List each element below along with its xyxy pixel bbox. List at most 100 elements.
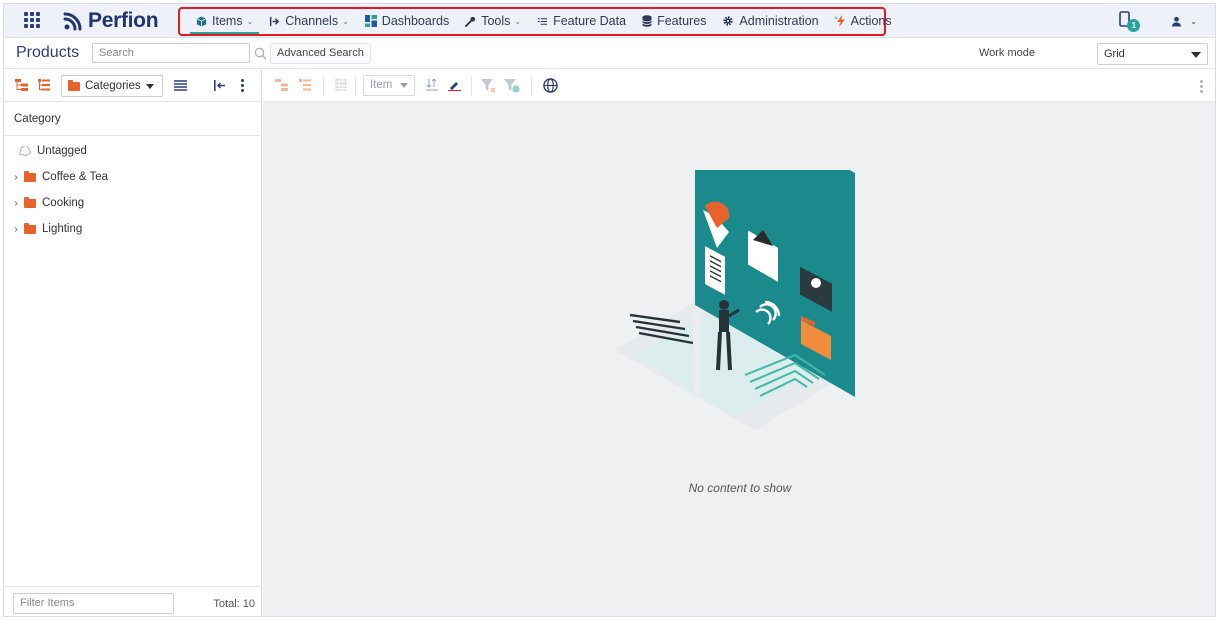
edit-icon[interactable]	[448, 79, 461, 91]
folder-icon	[24, 222, 36, 234]
item-select-value: Item	[370, 79, 393, 91]
database-icon	[642, 15, 652, 27]
notification-badge: 1	[1127, 19, 1141, 32]
top-navbar: Perfion Items ⌄ Channels ⌄ Dashboards To…	[4, 4, 1215, 38]
search-icon[interactable]	[254, 47, 267, 60]
nav-tools[interactable]: Tools ⌄	[457, 4, 529, 38]
nav-features-label: Features	[657, 14, 707, 28]
expand-tree-icon[interactable]	[299, 79, 311, 91]
sort-icon[interactable]	[426, 79, 438, 91]
nav-items[interactable]: Items ⌄	[188, 4, 261, 38]
collapse-panel-icon[interactable]	[214, 80, 226, 91]
more-options-icon[interactable]	[241, 79, 244, 92]
perfion-logo[interactable]: Perfion	[62, 8, 159, 34]
tree-item-label: Cooking	[42, 197, 85, 209]
category-footer: Filter Items Total: 10	[4, 586, 262, 616]
grid-columns-icon[interactable]	[335, 79, 347, 91]
nav-actions[interactable]: Actions	[827, 4, 900, 38]
list-lines-icon	[537, 16, 548, 27]
work-mode-select[interactable]: Grid	[1097, 43, 1208, 65]
top-right-controls: 1 ⌄	[1119, 4, 1197, 38]
folder-icon	[24, 170, 36, 182]
tree-view-icon[interactable]	[15, 79, 28, 91]
toolbar-divider	[355, 76, 356, 96]
tree-item-coffee-tea[interactable]: › Coffee & Tea	[4, 164, 262, 190]
more-options-icon[interactable]	[1200, 80, 1203, 95]
channel-arrow-icon	[269, 16, 280, 27]
tree-item-cooking[interactable]: › Cooking	[4, 190, 262, 216]
nav-items-label: Items	[212, 14, 243, 28]
tree-view-icon[interactable]	[275, 79, 288, 91]
nav-administration-label: Administration	[739, 14, 819, 28]
chevron-right-icon[interactable]: ›	[10, 172, 22, 183]
folder-icon	[24, 196, 36, 208]
tree-item-label: Untagged	[37, 145, 87, 157]
dropdown-arrow-icon	[1191, 52, 1201, 58]
folder-icon	[68, 79, 80, 91]
nav-features[interactable]: Features	[634, 4, 714, 38]
perfion-logo-icon	[63, 12, 82, 31]
category-panel: Categories Category Untagged › Coffee & …	[4, 70, 262, 616]
toolbar-divider	[323, 76, 324, 96]
user-menu-button[interactable]: ⌄	[1171, 16, 1197, 27]
wrench-icon	[465, 16, 476, 27]
user-icon	[1172, 16, 1182, 27]
nav-feature-data-label: Feature Data	[553, 14, 627, 28]
nav-channels[interactable]: Channels ⌄	[261, 4, 357, 38]
nav-dashboards-label: Dashboards	[381, 14, 450, 28]
main-content: Item No content to show	[263, 70, 1215, 616]
nav-administration[interactable]: Administration	[714, 4, 826, 38]
page-title: Products	[16, 44, 80, 61]
filter-items-input[interactable]: Filter Items	[13, 593, 174, 614]
nav-tools-label: Tools	[481, 14, 511, 28]
apply-filter-icon[interactable]	[504, 79, 520, 93]
view-select[interactable]: Categories	[61, 75, 163, 97]
grid-toolbar: Item	[263, 70, 1215, 102]
cube-icon	[196, 15, 207, 27]
main-menu: Items ⌄ Channels ⌄ Dashboards Tools ⌄ Fe…	[188, 4, 900, 38]
tree-item-untagged[interactable]: Untagged	[4, 138, 262, 164]
chevron-right-icon[interactable]: ›	[10, 198, 22, 209]
category-column-header: Category	[4, 102, 262, 136]
notifications-button[interactable]: 1	[1119, 11, 1141, 32]
advanced-search-button[interactable]: Advanced Search	[270, 43, 371, 64]
empty-state-message: No content to show	[688, 481, 792, 495]
work-mode-label: Work mode	[978, 47, 1035, 59]
item-type-select[interactable]: Item	[363, 75, 415, 96]
chevron-down-icon: ⌄	[1190, 16, 1197, 26]
category-tree: Untagged › Coffee & Tea › Cooking › Ligh…	[4, 138, 262, 242]
list-menu-icon[interactable]	[174, 80, 187, 91]
chevron-down-icon: ⌄	[342, 16, 349, 26]
clear-filter-icon[interactable]	[481, 79, 496, 93]
total-count: Total: 10	[213, 598, 255, 610]
view-select-value: Categories	[85, 80, 141, 92]
page-header-bar: Products Search Advanced Search Work mod…	[4, 39, 1215, 69]
lightning-icon	[834, 15, 846, 27]
globe-icon[interactable]	[543, 78, 558, 93]
tree-item-label: Coffee & Tea	[42, 171, 109, 183]
search-input[interactable]: Search	[92, 43, 250, 63]
nav-feature-data[interactable]: Feature Data	[529, 4, 634, 38]
category-toolbar: Categories	[4, 70, 262, 102]
dropdown-arrow-icon	[146, 84, 154, 89]
empty-state-illustration	[615, 170, 855, 430]
nav-actions-label: Actions	[850, 14, 892, 28]
toolbar-divider	[531, 76, 532, 96]
gear-icon	[722, 15, 734, 27]
app-frame: Perfion Items ⌄ Channels ⌄ Dashboards To…	[3, 3, 1216, 617]
logo-text: Perfion	[88, 9, 159, 32]
chevron-down-icon: ⌄	[514, 16, 522, 26]
dashboard-grid-icon	[364, 15, 377, 27]
nav-dashboards[interactable]: Dashboards	[357, 4, 457, 38]
work-mode-value: Grid	[1104, 48, 1125, 60]
nav-channels-label: Channels	[285, 14, 339, 28]
tag-icon	[19, 145, 31, 156]
toolbar-divider	[471, 76, 472, 96]
app-launcher-icon[interactable]	[24, 12, 40, 28]
expand-tree-icon[interactable]	[38, 79, 50, 91]
chevron-down-icon: ⌄	[246, 16, 254, 26]
tree-item-lighting[interactable]: › Lighting	[4, 216, 262, 242]
dropdown-arrow-icon	[400, 83, 408, 88]
chevron-right-icon[interactable]: ›	[10, 224, 22, 235]
tree-item-label: Lighting	[42, 223, 83, 235]
